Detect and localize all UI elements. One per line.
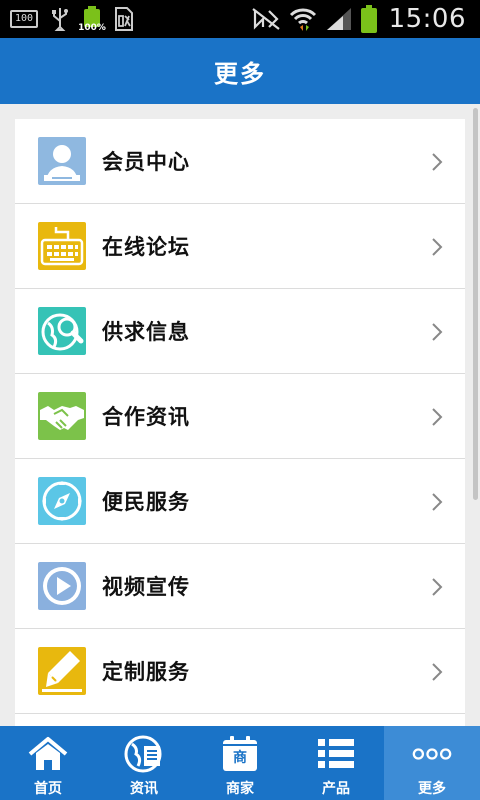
tab-home[interactable]: 首页 [0,726,96,800]
menu-item-custom-service[interactable]: 定制服务 [15,629,465,714]
tab-merchant[interactable]: 商 商家 [192,726,288,800]
merchant-badge-text: 商 [233,750,247,766]
tab-label: 首页 [34,781,62,797]
menu-item-cooperation-news[interactable]: 合作资讯 [15,374,465,459]
notification-box-icon: 100 [10,10,38,28]
chevron-right-icon [432,238,443,256]
menu-item-label: 定制服务 [102,660,190,684]
menu-item-video-promo[interactable]: 视频宣传 [15,544,465,629]
chevron-right-icon [432,578,443,596]
more-dots-icon [412,734,452,774]
more-menu-list: 会员中心 在线论坛 供求信息 合作资讯 便民服务 视频宣传 定制服务 [15,119,465,726]
forum-icon [38,222,86,270]
nfc-muted-icon [251,8,280,30]
tab-label: 商家 [226,781,254,797]
menu-item-member-center[interactable]: 会员中心 [15,119,465,204]
scrollbar[interactable] [473,108,478,500]
bottom-nav: 首页 资讯 商 商家 产品 更多 [0,726,480,800]
tab-news[interactable]: 资讯 [96,726,192,800]
battery-icon [360,5,377,33]
tab-label: 资讯 [130,781,158,797]
pen-icon [38,647,86,695]
tab-label: 产品 [322,781,350,797]
app-header: 更多 [0,38,480,104]
menu-item-online-forum[interactable]: 在线论坛 [15,204,465,289]
tab-label: 更多 [418,781,446,797]
menu-item-convenience-service[interactable]: 便民服务 [15,459,465,544]
globe-news-icon [124,734,164,774]
menu-item-label: 在线论坛 [102,235,190,259]
merchant-calendar-icon: 商 [220,734,260,774]
chevron-right-icon [432,408,443,426]
home-icon [28,734,68,774]
chevron-right-icon [432,153,443,171]
list-icon [316,734,356,774]
menu-item-label: 供求信息 [102,320,190,344]
member-icon [38,137,86,185]
menu-item-label: 会员中心 [102,150,190,174]
document-icon [115,7,133,31]
chevron-right-icon [432,663,443,681]
battery-percent: 100% [78,23,106,33]
menu-item-supply-demand[interactable]: 供求信息 [15,289,465,374]
handshake-icon [38,392,86,440]
battery-full-icon: 100% [78,6,106,33]
menu-item-label: 便民服务 [102,490,190,514]
wifi-icon [289,8,316,31]
tab-products[interactable]: 产品 [288,726,384,800]
signal-icon [326,8,351,30]
chevron-right-icon [432,493,443,511]
supply-demand-icon [38,307,86,355]
chevron-right-icon [432,323,443,341]
usb-icon [52,8,68,31]
menu-item-label: 视频宣传 [102,575,190,599]
compass-icon [38,477,86,525]
clock: 15:06 [388,4,466,34]
page-title: 更多 [214,59,266,88]
status-bar: 100 100% 15:06 [0,0,480,38]
video-icon [38,562,86,610]
tab-more[interactable]: 更多 [384,726,480,800]
menu-item-label: 合作资讯 [102,405,190,429]
